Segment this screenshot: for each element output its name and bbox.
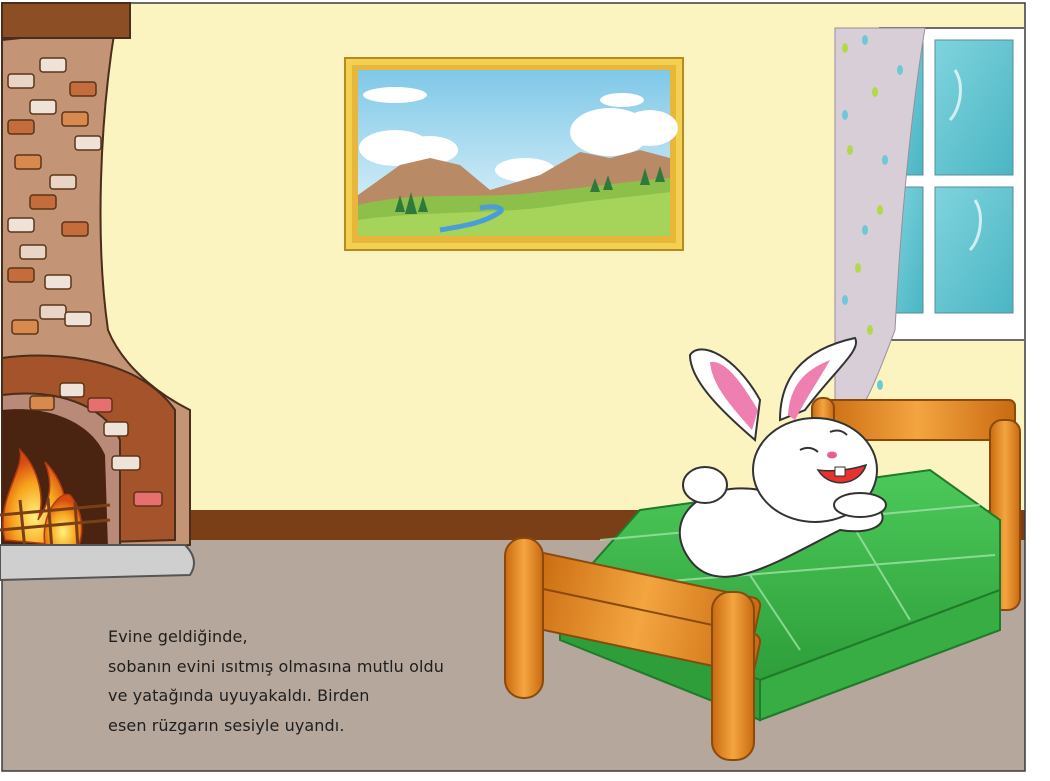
- story-text: Evine geldiğinde, sobanın evini ısıtmış …: [108, 622, 508, 740]
- landscape-painting: [344, 57, 684, 251]
- story-line-1: Evine geldiğinde,: [108, 627, 248, 646]
- story-line-2: sobanın evini ısıtmış olmasına mutlu old…: [108, 656, 445, 676]
- story-line-3: ve yatağında uyuyakaldı. Birden: [108, 686, 370, 705]
- story-line-4: esen rüzgarın sesiyle uyandı.: [108, 715, 345, 735]
